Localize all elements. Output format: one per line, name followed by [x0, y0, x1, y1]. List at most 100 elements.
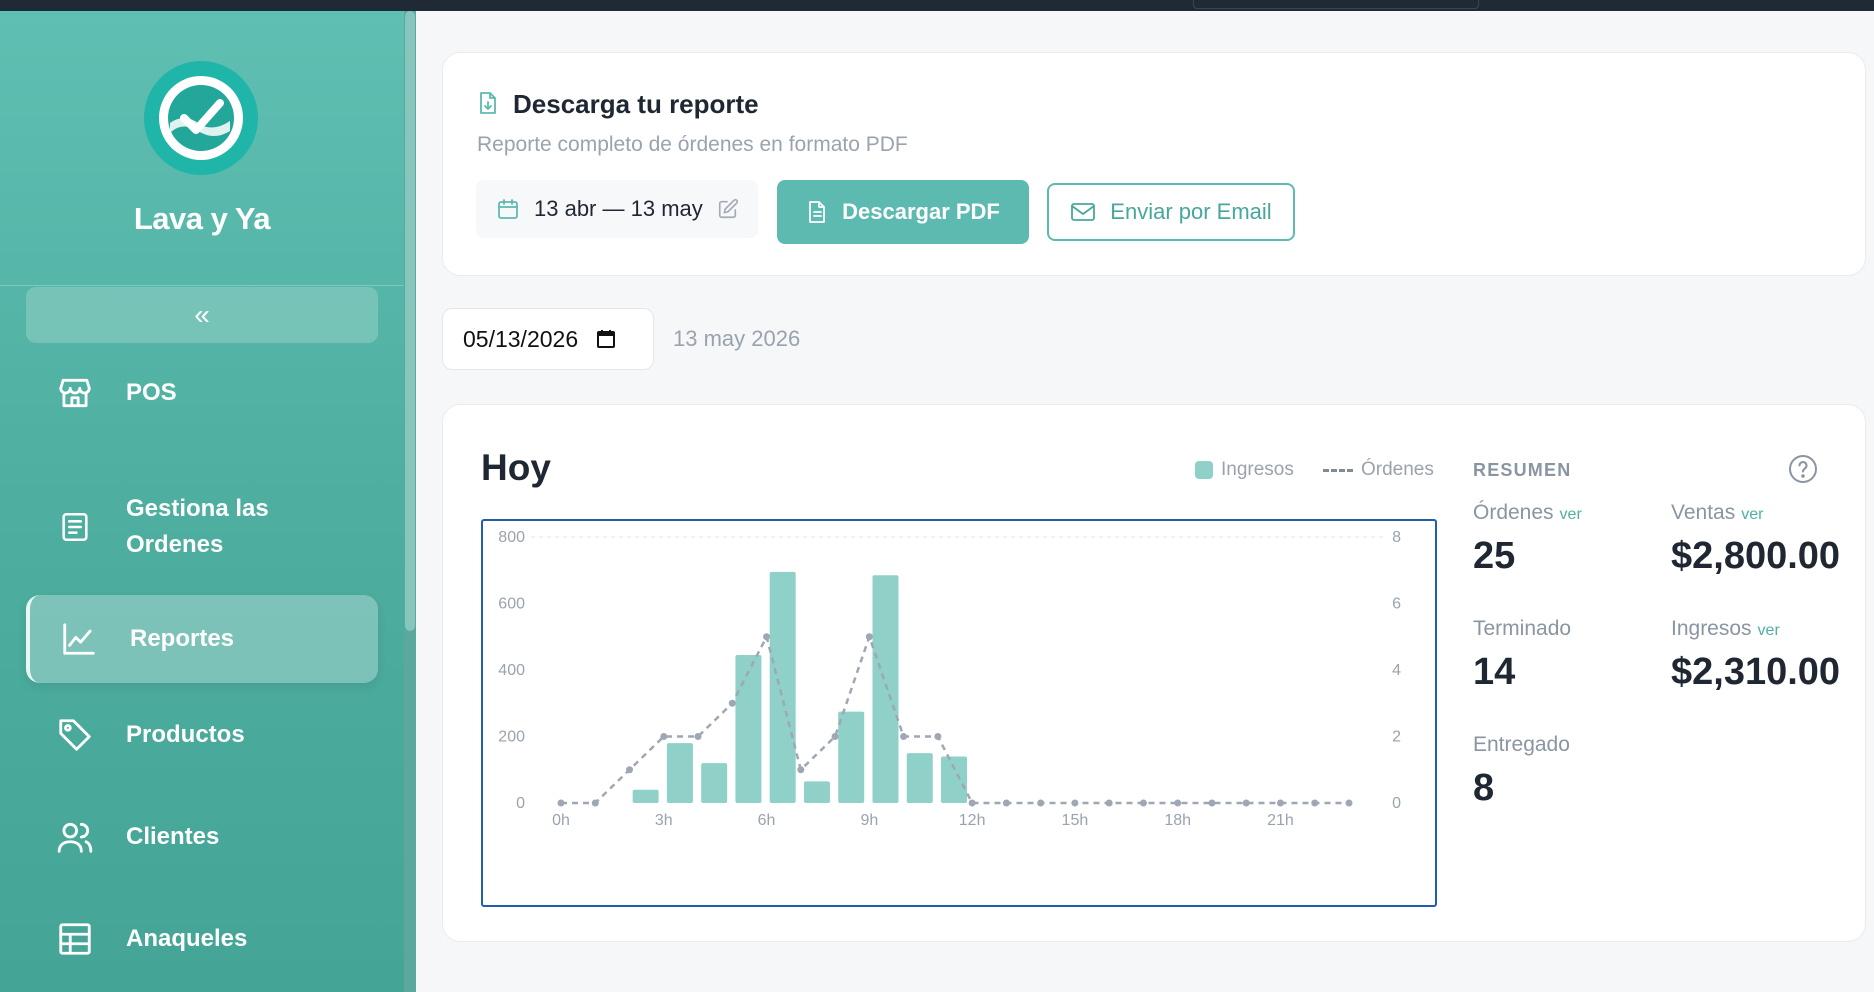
- chart-point: [1139, 799, 1147, 807]
- chart-bar: [632, 789, 659, 803]
- sidebar-item-anaqueles[interactable]: Anaqueles: [26, 903, 378, 975]
- sidebar-item-pos[interactable]: POS: [26, 357, 378, 429]
- y-right-tick-label: 4: [1392, 662, 1401, 679]
- summary-title: RESUMEN: [1473, 460, 1572, 480]
- sidebar-item-ordenes[interactable]: Gestiona las Ordenes: [26, 477, 378, 577]
- x-tick-label: 12h: [959, 812, 986, 829]
- table-grid-icon: [56, 920, 94, 958]
- legend-swatch: [1195, 461, 1213, 479]
- x-tick-label: 9h: [860, 812, 878, 829]
- stat-ventas: Ventas ver $2,800.00: [1671, 501, 1841, 577]
- ver-ventas-link[interactable]: ver: [1741, 506, 1763, 523]
- x-tick-label: 18h: [1164, 812, 1191, 829]
- date-input[interactable]: 05/13/2026: [442, 308, 654, 370]
- sidebar-item-label: Anaqueles: [126, 925, 248, 952]
- sidebar-item-reportes[interactable]: Reportes: [26, 595, 378, 683]
- double-chevron-left-icon: «: [194, 299, 210, 330]
- today-card: Hoy Ingresos Órdenes 0 200 400 600 800 0 2 4 6 8 0…: [442, 404, 1866, 942]
- edit-icon[interactable]: [717, 198, 739, 220]
- chart-point: [660, 733, 668, 740]
- chart-point: [1208, 799, 1216, 807]
- date-range-picker[interactable]: 13 abr — 13 may: [476, 180, 758, 238]
- sidebar-scrollbar[interactable]: [404, 11, 416, 992]
- sidebar-item-label: Productos: [126, 721, 245, 748]
- chart-point: [694, 733, 702, 740]
- calendar-icon[interactable]: [596, 329, 616, 349]
- date-input-value: 05/13/2026: [463, 325, 579, 352]
- y-left-tick-label: 0: [516, 795, 525, 812]
- chart-point: [1242, 799, 1250, 807]
- chart-bar: [666, 743, 693, 803]
- brand-name: Lava y Ya: [133, 201, 271, 236]
- chart-point: [557, 799, 565, 807]
- store-icon: [56, 374, 94, 412]
- chart-point: [1037, 799, 1045, 807]
- download-pdf-button[interactable]: Descargar PDF: [777, 180, 1029, 244]
- chart-point: [1174, 799, 1182, 807]
- file-download-icon: [480, 92, 496, 114]
- legend-ordenes: Órdenes: [1323, 459, 1434, 481]
- chart-bar: [769, 571, 796, 803]
- top-bar-tab: [1193, 0, 1479, 9]
- report-download-card: Descarga tu reporte Reporte completo de …: [442, 52, 1866, 276]
- chart-point: [1311, 799, 1319, 807]
- sidebar-item-label: Reportes: [130, 625, 235, 652]
- chart-line-icon: [60, 620, 98, 658]
- users-icon: [56, 818, 94, 856]
- y-right-tick-label: 0: [1392, 795, 1401, 812]
- stat-entregado-value: 8: [1473, 767, 1495, 809]
- sidebar-item-productos[interactable]: Productos: [26, 699, 378, 771]
- sidebar-item-clientes[interactable]: Clientes: [26, 801, 378, 873]
- y-left-tick-label: 600: [498, 596, 525, 613]
- chart-bar: [803, 781, 830, 803]
- y-right-tick-label: 6: [1392, 596, 1401, 613]
- chart-point: [626, 766, 634, 774]
- chart-point: [968, 799, 976, 807]
- chart-point: [591, 799, 599, 807]
- y-left-tick-label: 200: [498, 729, 525, 746]
- stat-ingresos: Ingresos ver $2,310.00: [1671, 617, 1841, 693]
- chart-bar: [906, 753, 933, 803]
- stat-terminado: Terminado 14: [1473, 617, 1572, 693]
- collapse-sidebar-button[interactable]: «: [26, 287, 378, 343]
- legend-ingresos: Ingresos: [1195, 459, 1294, 481]
- ver-ingresos-link[interactable]: ver: [1758, 622, 1780, 639]
- chart-bar: [941, 756, 967, 803]
- brand-logo-icon: [144, 61, 258, 175]
- y-left-tick-label: 800: [498, 529, 525, 546]
- send-email-button[interactable]: Enviar por Email: [1047, 183, 1295, 241]
- report-title: Descarga tu reporte: [513, 89, 759, 119]
- sidebar-item-label: Gestiona las Ordenes: [126, 495, 269, 558]
- brand-header: Lava y Ya: [0, 11, 404, 286]
- chart-bar: [735, 655, 762, 803]
- chart-point: [1345, 799, 1353, 807]
- chart-point: [763, 633, 771, 641]
- today-title: Hoy: [481, 447, 551, 488]
- x-tick-label: 0h: [552, 812, 570, 829]
- selected-date-label: 13 may 2026: [673, 326, 801, 351]
- x-tick-label: 3h: [655, 812, 673, 829]
- stat-ordenes-value: 25: [1473, 535, 1516, 577]
- x-tick-label: 21h: [1267, 812, 1294, 829]
- chart-point: [1002, 799, 1010, 807]
- sidebar: Lava y Ya « POS Gestiona las Ordenes Rep…: [0, 11, 416, 992]
- x-tick-label: 6h: [758, 812, 776, 829]
- chart-point: [1105, 799, 1113, 807]
- calendar-icon: [498, 199, 518, 219]
- mail-icon: [1071, 203, 1096, 221]
- stat-entregado: Entregado 8: [1473, 733, 1570, 809]
- hourly-chart-svg: 0 200 400 600 800 0 2 4 6 8 0h 3h 6h 9h 12h 15h 18h 21h: [498, 529, 1401, 829]
- legend-dash: [1323, 468, 1353, 472]
- stat-ingresos-value: $2,310.00: [1671, 651, 1841, 693]
- hourly-chart[interactable]: 0 200 400 600 800 0 2 4 6 8 0h 3h 6h 9h 12h 15h 18h 21h: [481, 519, 1437, 907]
- chart-point: [865, 633, 873, 641]
- y-left-tick-label: 400: [498, 662, 525, 679]
- help-icon[interactable]: [1787, 453, 1819, 485]
- chart-point: [1071, 799, 1079, 807]
- ver-ordenes-link[interactable]: ver: [1560, 506, 1582, 523]
- chart-bar: [838, 711, 865, 803]
- stat-ordenes: Órdenes ver 25: [1473, 501, 1582, 577]
- stat-ventas-value: $2,800.00: [1671, 535, 1841, 577]
- sidebar-scrollbar-thumb[interactable]: [405, 11, 415, 631]
- receipt-icon: [56, 508, 94, 546]
